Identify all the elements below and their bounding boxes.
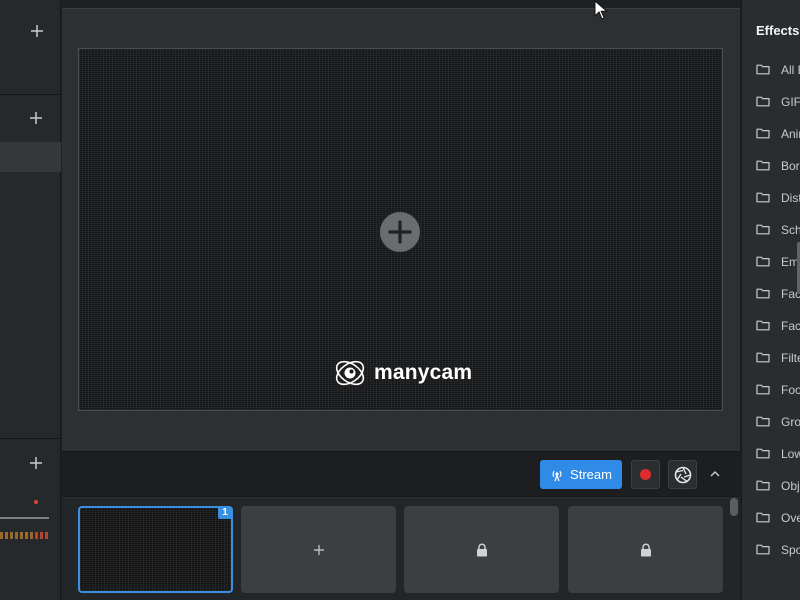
divider xyxy=(0,438,61,439)
effect-category-item[interactable]: Emc xyxy=(742,246,800,278)
plus-icon xyxy=(31,25,43,37)
lock-icon xyxy=(476,543,487,556)
volume-slider[interactable] xyxy=(0,517,49,519)
effect-category-item[interactable]: Foo xyxy=(742,374,800,406)
camera-shutter-icon xyxy=(674,466,692,484)
manycam-logo-icon xyxy=(335,360,365,386)
folder-icon xyxy=(756,96,770,107)
top-toolbar xyxy=(62,0,740,9)
folder-icon xyxy=(756,448,770,459)
stream-label: Stream xyxy=(570,467,612,482)
effect-category-label: Foo xyxy=(781,383,800,397)
folder-icon xyxy=(756,544,770,555)
locked-scene[interactable] xyxy=(404,506,559,593)
stream-button[interactable]: Stream xyxy=(540,460,622,489)
expand-button[interactable] xyxy=(706,465,724,483)
effect-category-item[interactable]: Obje xyxy=(742,470,800,502)
scene-number-badge: 1 xyxy=(218,507,232,519)
effects-list: All EGIFSAninBordDistSchEmcFaceFaceFilte… xyxy=(742,54,800,566)
folder-icon xyxy=(756,416,770,427)
effect-category-label: GIFS xyxy=(781,95,800,109)
record-icon xyxy=(640,469,651,480)
lock-icon xyxy=(640,543,651,556)
effect-category-item[interactable]: Ove xyxy=(742,502,800,534)
brand-text: manycam xyxy=(374,361,473,384)
scene-1[interactable]: 1 xyxy=(78,506,233,593)
mouse-cursor-icon xyxy=(594,0,608,20)
folder-icon xyxy=(756,224,770,235)
locked-scene[interactable] xyxy=(568,506,723,593)
effects-panel: Effects All EGIFSAninBordDistSchEmcFaceF… xyxy=(741,0,800,600)
effect-category-label: Bord xyxy=(781,159,800,173)
scenes-strip: 1 xyxy=(62,498,740,600)
add-source-preview-button[interactable] xyxy=(380,212,420,252)
effect-category-label: Low xyxy=(781,447,800,461)
effect-category-item[interactable]: Dist xyxy=(742,182,800,214)
sidebar-section-top xyxy=(0,0,61,95)
video-preview[interactable]: manycam xyxy=(78,48,723,411)
effect-category-label: Anin xyxy=(781,127,800,141)
effect-category-item[interactable]: Filte xyxy=(742,342,800,374)
plus-circle-icon xyxy=(388,220,412,244)
folder-icon xyxy=(756,256,770,267)
broadcast-icon xyxy=(552,470,562,481)
effect-category-label: All E xyxy=(781,63,800,77)
folder-icon xyxy=(756,192,770,203)
plus-icon xyxy=(313,544,324,555)
folder-icon xyxy=(756,352,770,363)
folder-icon xyxy=(756,320,770,331)
effect-category-label: Face xyxy=(781,319,800,333)
effect-category-item[interactable]: Sch xyxy=(742,214,800,246)
effect-category-label: Sch xyxy=(781,223,800,237)
main-area: manycam Stream 1 xyxy=(62,0,740,600)
effect-category-item[interactable]: Spo xyxy=(742,534,800,566)
effect-category-label: Gro xyxy=(781,415,800,429)
snapshot-button[interactable] xyxy=(668,460,697,489)
folder-icon xyxy=(756,512,770,523)
effect-category-item[interactable]: GIFS xyxy=(742,86,800,118)
effect-category-label: Spo xyxy=(781,543,800,557)
effect-category-item[interactable]: All E xyxy=(742,54,800,86)
sources-sidebar xyxy=(0,0,61,600)
add-layer-button[interactable] xyxy=(28,110,44,126)
folder-icon xyxy=(756,128,770,139)
add-audio-button[interactable] xyxy=(28,455,44,471)
effect-category-label: Ove xyxy=(781,511,800,525)
effect-category-label: Dist xyxy=(781,191,800,205)
effect-category-item[interactable]: Anin xyxy=(742,118,800,150)
plus-icon xyxy=(30,457,42,469)
folder-icon xyxy=(756,160,770,171)
effect-category-item[interactable]: Face xyxy=(742,278,800,310)
add-source-button[interactable] xyxy=(29,23,45,39)
folder-icon xyxy=(756,384,770,395)
audio-indicator-dot xyxy=(34,500,38,504)
effect-category-item[interactable]: Low xyxy=(742,438,800,470)
record-button[interactable] xyxy=(631,460,660,489)
add-scene-button[interactable] xyxy=(241,506,396,593)
effect-category-item[interactable]: Bord xyxy=(742,150,800,182)
audio-level-meter xyxy=(0,532,48,539)
effect-category-item[interactable]: Gro xyxy=(742,406,800,438)
folder-icon xyxy=(756,480,770,491)
effect-category-label: Obje xyxy=(781,479,800,493)
controls-bar: Stream xyxy=(62,451,740,497)
folder-icon xyxy=(756,288,770,299)
effect-category-item[interactable]: Face xyxy=(742,310,800,342)
plus-icon xyxy=(30,112,42,124)
scenes-scrollbar[interactable] xyxy=(730,498,738,516)
effects-title: Effects xyxy=(756,23,800,38)
effect-category-label: Filte xyxy=(781,351,800,365)
chevron-up-icon xyxy=(710,471,720,477)
selected-layer-row[interactable] xyxy=(0,142,61,172)
manycam-watermark: manycam xyxy=(332,355,472,391)
folder-icon xyxy=(756,64,770,75)
